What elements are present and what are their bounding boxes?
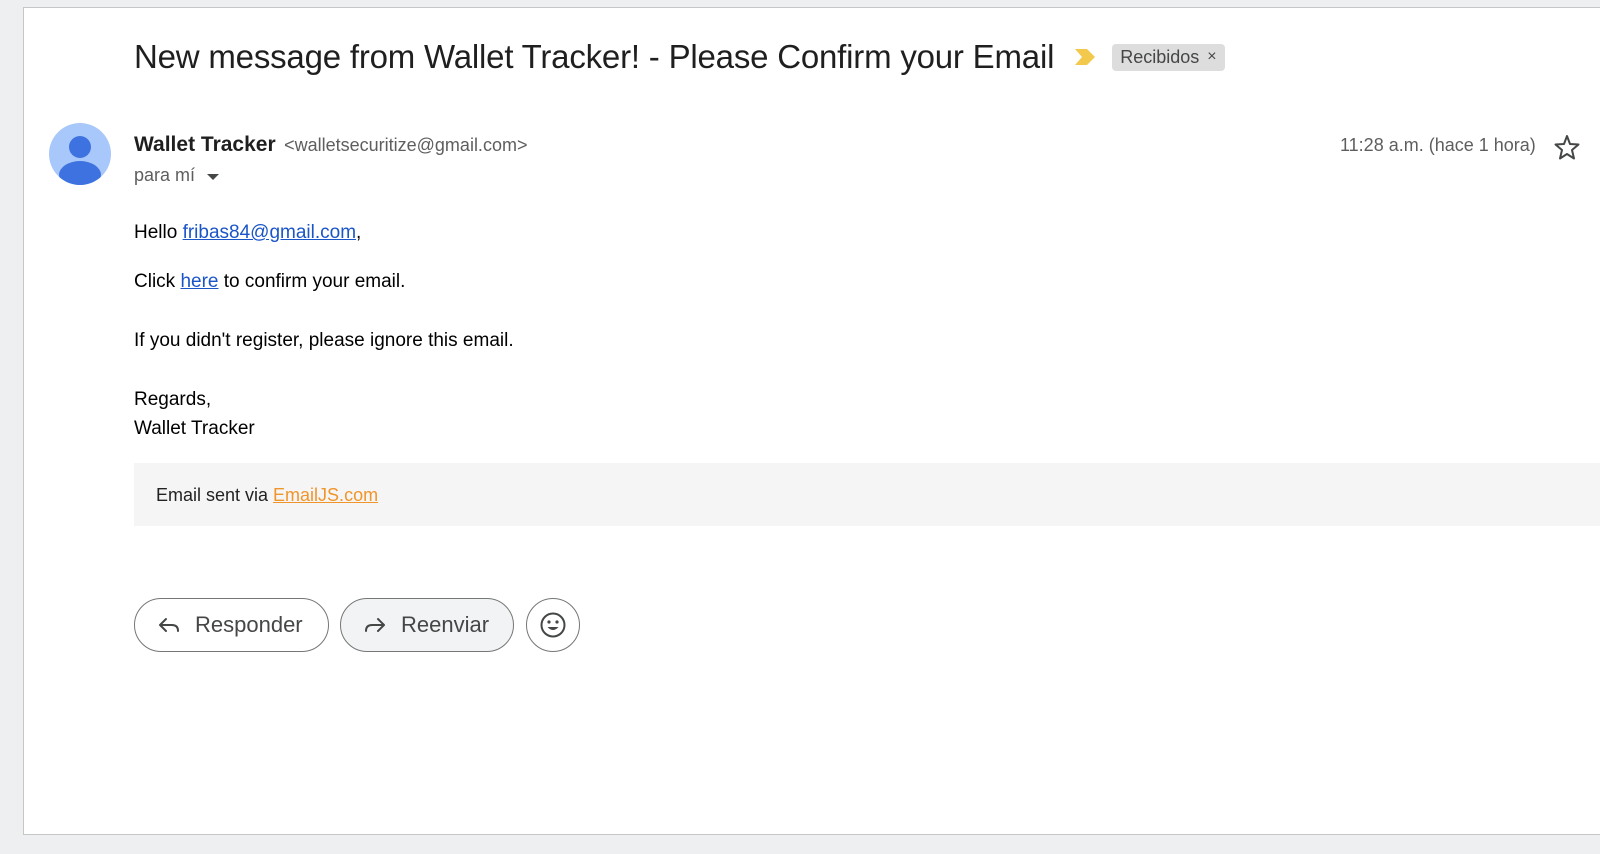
message-subject: New message from Wallet Tracker! - Pleas… <box>134 38 1055 75</box>
recipients-row[interactable]: para mí <box>134 165 220 186</box>
subject-row: New message from Wallet Tracker! - Pleas… <box>134 38 1225 76</box>
sender-email: <walletsecuritize@gmail.com> <box>284 135 528 155</box>
emoji-reaction-button[interactable] <box>526 598 580 652</box>
click-prefix: Click <box>134 271 181 292</box>
forward-arrow-icon <box>363 613 387 637</box>
greeting-line: Hello fribas84@gmail.com, <box>134 222 361 244</box>
importance-marker-icon[interactable] <box>1074 48 1096 66</box>
message-view: New message from Wallet Tracker! - Pleas… <box>23 7 1600 835</box>
close-icon[interactable]: × <box>1207 48 1216 66</box>
reply-button[interactable]: Responder <box>134 598 329 652</box>
label-chip-text: Recibidos <box>1120 46 1200 67</box>
sender-name[interactable]: Wallet Tracker <box>134 133 276 156</box>
person-icon <box>59 136 101 185</box>
click-suffix: to confirm your email. <box>218 271 406 292</box>
ignore-line: If you didn't register, please ignore th… <box>134 330 514 351</box>
chevron-down-icon[interactable] <box>207 173 220 180</box>
reply-label: Responder <box>195 612 303 637</box>
reply-arrow-icon <box>157 613 181 637</box>
star-icon[interactable] <box>1554 134 1580 160</box>
greeting-suffix: , <box>356 222 362 243</box>
emoji-icon <box>539 611 567 639</box>
footer-prefix: Email sent via <box>156 485 274 505</box>
confirm-line: Click here to confirm your email. <box>134 271 405 293</box>
message-timestamp: 11:28 a.m. (hace 1 hora) <box>1340 135 1536 155</box>
regards-line: Regards, <box>134 389 212 410</box>
label-chip-inbox[interactable]: Recibidos × <box>1112 43 1225 71</box>
signature-line: Wallet Tracker <box>134 418 255 439</box>
recipient-email-link[interactable]: fribas84@gmail.com <box>183 222 356 243</box>
footer-text: Email sent via EmailJS.com <box>156 485 378 506</box>
avatar[interactable] <box>49 123 111 185</box>
confirm-link[interactable]: here <box>180 271 218 292</box>
page-background: New message from Wallet Tracker! - Pleas… <box>0 0 1600 854</box>
email-footer: Email sent via EmailJS.com <box>134 463 1600 526</box>
recipients-label: para mí <box>134 165 196 185</box>
forward-label: Reenviar <box>401 612 490 637</box>
sender-row: Wallet Tracker <walletsecuritize@gmail.c… <box>134 133 527 157</box>
forward-button[interactable]: Reenviar <box>340 598 514 652</box>
greeting-prefix: Hello <box>134 222 183 243</box>
emailjs-link[interactable]: EmailJS.com <box>273 485 378 505</box>
